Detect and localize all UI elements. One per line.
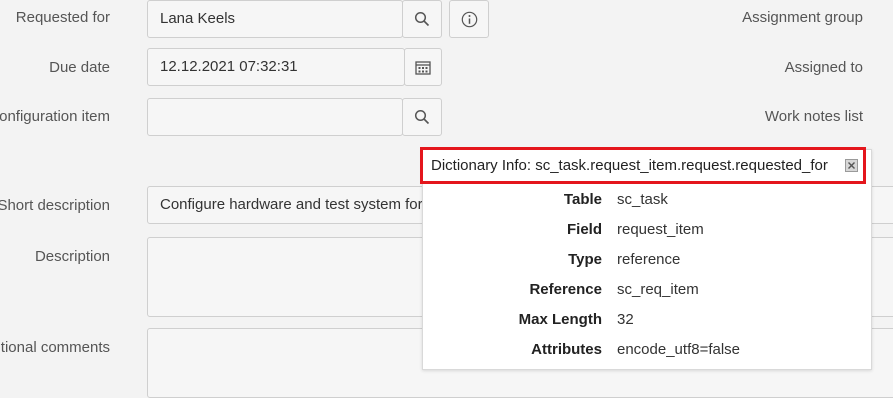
due-date-field[interactable]: 12.12.2021 07:32:31 bbox=[147, 48, 405, 86]
assignment-group-label: Assignment group bbox=[742, 9, 863, 26]
dictionary-row-reference: Reference sc_req_item bbox=[423, 281, 873, 301]
short-description-label: Short description bbox=[0, 197, 110, 214]
dictionary-row-table: Table sc_task bbox=[423, 191, 873, 211]
dictionary-value: 32 bbox=[617, 311, 634, 328]
dictionary-row-max-length: Max Length 32 bbox=[423, 311, 873, 331]
additional-comments-label: Additional comments bbox=[0, 339, 110, 356]
requested-for-info-button[interactable] bbox=[449, 0, 489, 38]
dictionary-key: Attributes bbox=[531, 341, 602, 358]
dictionary-value: sc_req_item bbox=[617, 281, 699, 298]
requested-for-label: Requested for bbox=[15, 9, 110, 26]
dictionary-value: sc_task bbox=[617, 191, 668, 208]
dictionary-row-field: Field request_item bbox=[423, 221, 873, 241]
assigned-to-label: Assigned to bbox=[784, 59, 863, 76]
dictionary-key: Table bbox=[563, 191, 602, 208]
due-date-label: Due date bbox=[49, 59, 110, 76]
configuration-item-field[interactable] bbox=[147, 98, 403, 136]
work-notes-list-label: Work notes list bbox=[764, 108, 863, 125]
calendar-icon bbox=[415, 60, 431, 75]
requested-for-lookup-button[interactable] bbox=[402, 0, 442, 38]
search-icon bbox=[414, 11, 430, 27]
requested-for-field[interactable]: Lana Keels bbox=[147, 0, 403, 38]
dictionary-value: reference bbox=[617, 251, 681, 268]
dictionary-info-popup: Dictionary Info: sc_task.request_item.re… bbox=[420, 147, 873, 370]
dictionary-info-title: Dictionary Info: sc_task.request_item.re… bbox=[431, 157, 828, 174]
dictionary-value: request_item bbox=[617, 221, 704, 238]
description-label: Description bbox=[34, 248, 110, 265]
close-icon[interactable] bbox=[845, 159, 858, 172]
dictionary-key: Reference bbox=[529, 281, 602, 298]
dictionary-key: Field bbox=[566, 221, 602, 238]
dictionary-row-attributes: Attributes encode_utf8=false bbox=[423, 341, 873, 361]
info-icon bbox=[461, 11, 477, 27]
due-date-calendar-button[interactable] bbox=[404, 48, 442, 86]
dictionary-row-type: Type reference bbox=[423, 251, 873, 271]
dictionary-key: Max Length bbox=[518, 311, 602, 328]
dictionary-info-header: Dictionary Info: sc_task.request_item.re… bbox=[420, 147, 866, 184]
dictionary-value: encode_utf8=false bbox=[617, 341, 741, 358]
configuration-item-lookup-button[interactable] bbox=[402, 98, 442, 136]
dictionary-key: Type bbox=[568, 251, 602, 268]
search-icon bbox=[414, 109, 430, 125]
configuration-item-label: Configuration item bbox=[0, 108, 110, 125]
